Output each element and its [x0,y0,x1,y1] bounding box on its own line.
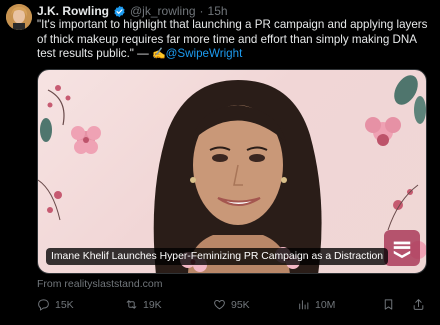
publisher-logo [384,230,420,266]
verified-badge-icon [114,5,125,17]
author-handle[interactable]: @jk_rowling [130,4,196,18]
views-button[interactable]: 10M [297,298,335,311]
separator-dot: · [199,4,204,18]
views-chart-icon [299,300,309,310]
reply-count: 15K [55,298,74,311]
tweet-header: J.K. Rowling @jk_rowling · 15h [37,3,228,19]
tweet-text: "It's important to highlight that launch… [37,18,435,62]
writing-hand-emoji: ✍️ [151,48,166,61]
bookmark-button[interactable] [382,298,395,311]
link-card-image[interactable]: Imane Khelif Launches Hyper-Feminizing P… [37,69,427,274]
publisher-logo-icon [393,241,411,259]
repost-button[interactable]: 19K [125,298,162,311]
card-image-art [38,75,426,273]
tweet[interactable]: J.K. Rowling @jk_rowling · 15h "It's imp… [0,0,440,325]
like-count: 95K [231,298,250,311]
share-button[interactable] [412,298,425,311]
card-headline[interactable]: Imane Khelif Launches Hyper-Feminizing P… [46,248,389,265]
repost-count: 19K [143,298,162,311]
share-icon [413,299,424,310]
bookmark-icon [384,299,393,310]
avatar[interactable] [6,4,32,30]
card-source[interactable]: From realityslaststand.com [37,278,162,290]
mention-link[interactable]: @SwipeWright [166,47,243,60]
like-button[interactable]: 95K [213,298,250,311]
flower-decoration-left [38,85,101,221]
tweet-actions: 15K 19K 95K 10M [37,298,437,314]
repost-icon [126,300,137,309]
views-count: 10M [315,298,336,311]
reply-icon [38,299,49,311]
author-name[interactable]: J.K. Rowling [37,4,109,18]
reply-button[interactable]: 15K [37,298,74,311]
timestamp[interactable]: 15h [208,4,228,18]
heart-icon [214,299,225,310]
portrait [153,80,322,273]
